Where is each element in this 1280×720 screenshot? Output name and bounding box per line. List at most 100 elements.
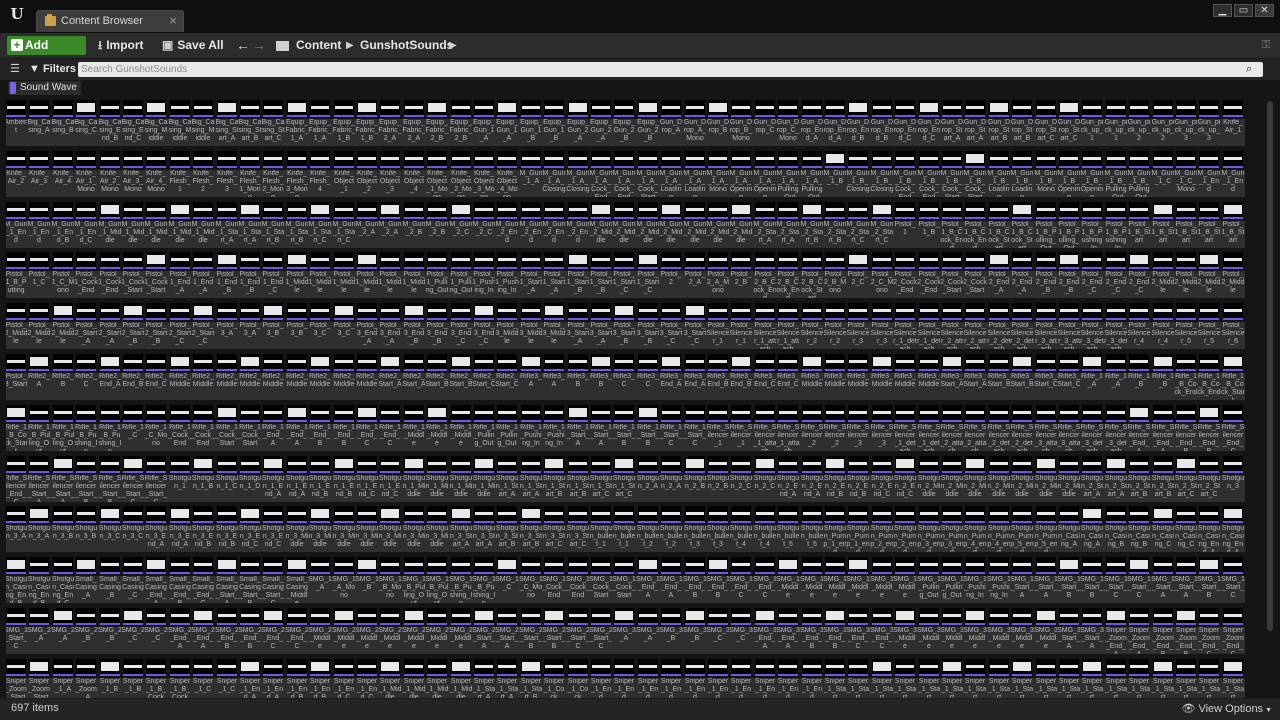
asset-tile[interactable]: Pistol_2: [659, 252, 683, 298]
asset-tile[interactable]: Pistol_2_Middle: [1174, 252, 1198, 298]
asset-tile[interactable]: Gun_Drop_B_Mono: [729, 100, 753, 146]
asset-tile[interactable]: Shotgun_3_B: [74, 506, 98, 552]
asset-tile[interactable]: Pistol_1_Pulling_Out: [425, 252, 449, 298]
asset-tile[interactable]: Pistol_Silencer_2: [800, 303, 824, 349]
asset-tile[interactable]: M_Gun_2_End: [566, 202, 590, 248]
asset-tile[interactable]: Rifle_1_B_Pulling_Out: [27, 405, 51, 451]
asset-tile[interactable]: M_Gun_2_End: [495, 202, 519, 248]
asset-tile[interactable]: Rifle_Silencer_Start_C: [121, 456, 145, 502]
asset-tile[interactable]: Pistol_1_Cock_Start: [121, 252, 145, 298]
asset-tile[interactable]: Gun_pick_up_1: [1104, 100, 1128, 146]
asset-tile[interactable]: Shotgun_1_End_B: [308, 456, 332, 502]
asset-tile[interactable]: Knife_Object_4_Mono: [495, 151, 519, 197]
asset-tile[interactable]: Rifle2_Middle: [261, 354, 285, 400]
asset-tile[interactable]: M_Gun_1_B_Opening: [1057, 151, 1081, 197]
asset-tile[interactable]: Shotgun_3_Middle: [425, 506, 449, 552]
asset-tile[interactable]: Rifle_Silencer_3_attach: [1057, 405, 1081, 451]
asset-tile[interactable]: Rifle3_End_A: [683, 354, 707, 400]
asset-tile[interactable]: Pistol_Silencer_1_detach: [917, 303, 941, 349]
asset-tile[interactable]: SMG_1_Pulling_Out: [940, 557, 964, 603]
asset-tile[interactable]: Shotgun_3_End_C: [238, 506, 262, 552]
asset-tile[interactable]: Sniper_1_Start: [917, 659, 941, 698]
asset-tile[interactable]: Shotgun_bullet_1: [612, 506, 636, 552]
minimize-button[interactable]: ▁: [1213, 4, 1232, 17]
asset-tile[interactable]: Pistol_2_Cock_End: [917, 252, 941, 298]
asset-tile[interactable]: Pistol_1_B_Cock_End: [940, 202, 964, 248]
asset-tile[interactable]: SMG_2_B: [74, 608, 98, 654]
asset-tile[interactable]: Pistol_2_B_Mono: [823, 252, 847, 298]
asset-tile[interactable]: M_Gun_1_B_Cock_End: [917, 151, 941, 197]
asset-tile[interactable]: Shotgun_3_Middle: [332, 506, 356, 552]
asset-tile[interactable]: Gun_Drop_A_Mono: [683, 100, 707, 146]
sources-panel-icon[interactable]: ☰: [10, 64, 21, 75]
asset-tile[interactable]: M_Gun_1_Start_B: [285, 202, 309, 248]
asset-tile[interactable]: Gun_Drop_End_B: [870, 100, 894, 146]
asset-tile[interactable]: Small_Casing_End_C: [191, 557, 215, 603]
asset-tile[interactable]: Shotgun_Pump_4_end: [987, 506, 1011, 552]
asset-tile[interactable]: Sniper_1_Middle: [425, 659, 449, 698]
asset-tile[interactable]: SMG_1_End_A: [659, 557, 683, 603]
asset-tile[interactable]: Pistol_2_Middle: [1151, 252, 1175, 298]
asset-tile[interactable]: SMG_1_Middle: [893, 557, 917, 603]
asset-tile[interactable]: Pistol_3_Start_A: [566, 303, 590, 349]
asset-tile[interactable]: SMG_2_C: [121, 608, 145, 654]
asset-tile[interactable]: Knife_Object_3_Mono: [472, 151, 496, 197]
asset-tile[interactable]: Rifle_1_Start_C: [683, 405, 707, 451]
asset-tile[interactable]: Rifle2_End_C: [144, 354, 168, 400]
asset-tile[interactable]: Rifle_Silencer_3_attach: [1034, 405, 1058, 451]
asset-tile[interactable]: SMG_1_B_Mono: [378, 557, 402, 603]
asset-tile[interactable]: Pistol_1_B_Pushing_In: [1104, 202, 1128, 248]
asset-tile[interactable]: Rifle_Silencer_1_detach: [893, 405, 917, 451]
asset-tile[interactable]: Pistol_1_End_A: [191, 252, 215, 298]
asset-tile[interactable]: Pistol_2_Middle: [1221, 252, 1245, 298]
asset-tile[interactable]: Pistol_1_C_Mono: [51, 252, 75, 298]
asset-tile[interactable]: Sniper_1_Start: [1197, 659, 1221, 698]
asset-tile[interactable]: Knife_Flesh_2: [191, 151, 215, 197]
asset-tile[interactable]: M_Gun_1_End: [1221, 151, 1245, 197]
asset-tile[interactable]: Shotgun_2_End_A: [800, 456, 824, 502]
asset-tile[interactable]: Pistol_Silencer_3_detach: [1104, 303, 1128, 349]
asset-tile[interactable]: M_Gun_1_B_Closing: [846, 151, 870, 197]
asset-tile[interactable]: Shotgun_2_End_C: [870, 456, 894, 502]
asset-tile[interactable]: Pistol_1_B_Putting: [6, 252, 28, 298]
save-all-button[interactable]: ▣ Save All: [162, 36, 224, 55]
asset-tile[interactable]: Pistol_1_Cock_End: [98, 252, 122, 298]
asset-tile[interactable]: Pistol_2_Start_C: [191, 303, 215, 349]
asset-tile[interactable]: M_Gun_1_A_Cock_End: [589, 151, 613, 197]
asset-tile[interactable]: Shotgun_Casing_B: [1104, 506, 1128, 552]
asset-tile[interactable]: M_Gun_1_A_Cock_End: [612, 151, 636, 197]
asset-tile[interactable]: Shotgun_3_Middle: [285, 506, 309, 552]
asset-tile[interactable]: Knife_Air_3_Mono: [121, 151, 145, 197]
asset-tile[interactable]: Rifle_Silencer_End_A: [1127, 405, 1151, 451]
asset-tile[interactable]: Pistol_2_Middle: [27, 303, 51, 349]
asset-tile[interactable]: Shotgun_3_A: [27, 506, 51, 552]
asset-tile[interactable]: SMG_2_End_A: [168, 608, 192, 654]
asset-tile[interactable]: SMG_3_Middle: [1034, 608, 1058, 654]
asset-tile[interactable]: Pistol_1_Start_A: [519, 252, 543, 298]
asset-tile[interactable]: Rifle_Silencer_End_B: [1197, 405, 1221, 451]
asset-tile[interactable]: SMG_3_Middle: [917, 608, 941, 654]
asset-tile[interactable]: Pistol_Silencer_1_attach: [776, 303, 800, 349]
asset-tile[interactable]: Shotgun_2_Middle: [917, 456, 941, 502]
asset-tile[interactable]: Pistol_2_A_Mono: [706, 252, 730, 298]
asset-tile[interactable]: Rifle_Silencer_Start_B: [98, 456, 122, 502]
asset-tile[interactable]: Pistol_3_A: [238, 303, 262, 349]
asset-tile[interactable]: Shotgun_2_A: [659, 456, 683, 502]
asset-tile[interactable]: M_Gun_1_A: [519, 151, 543, 197]
asset-tile[interactable]: Shotgun_Pump_5_end: [1010, 506, 1034, 552]
asset-tile[interactable]: Shotgun_3_Middle: [378, 506, 402, 552]
asset-tile[interactable]: Rifle2_Middle: [355, 354, 379, 400]
asset-tile[interactable]: Shotgun_Pump_1_end: [823, 506, 847, 552]
asset-tile[interactable]: Shotgun_2_Middle: [1034, 456, 1058, 502]
asset-tile[interactable]: Rifle3_Start_C: [1034, 354, 1058, 400]
asset-tile[interactable]: SMG_2_B: [98, 608, 122, 654]
asset-tile[interactable]: SMG_1_Middle: [870, 557, 894, 603]
asset-tile[interactable]: Rifle2_Start_C: [472, 354, 496, 400]
asset-tile[interactable]: Sniper_1_End_A: [261, 659, 285, 698]
asset-tile[interactable]: Rifle_Silencer_Start_A: [51, 456, 75, 502]
asset-tile[interactable]: Shotgun_3_End_A: [144, 506, 168, 552]
asset-tile[interactable]: Pistol_1_Middle: [402, 252, 426, 298]
asset-tile[interactable]: Rifle_1_B_Pushing_In: [98, 405, 122, 451]
asset-tile[interactable]: Rifle_1_Pulling_Out: [495, 405, 519, 451]
asset-tile[interactable]: SMG_2_Middle: [449, 608, 473, 654]
